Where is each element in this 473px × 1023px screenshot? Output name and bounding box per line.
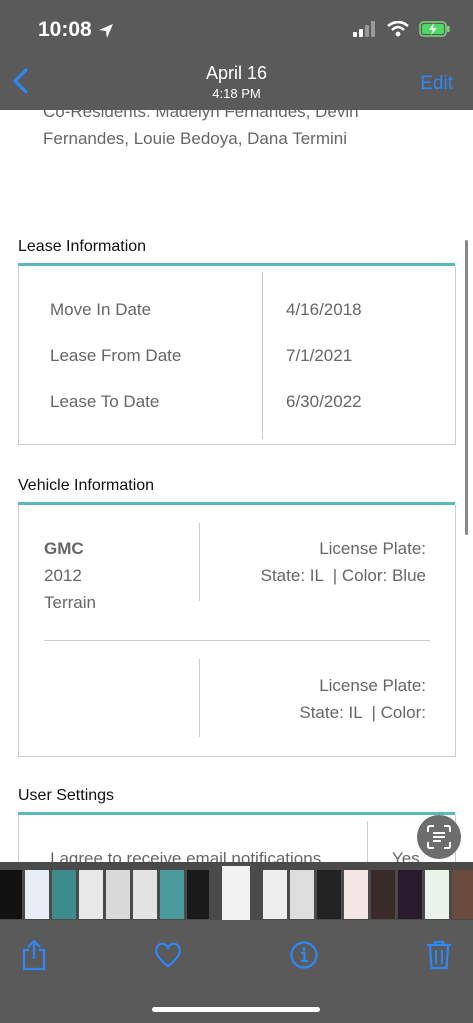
location-arrow-icon [99, 24, 113, 38]
thumbnail[interactable] [106, 870, 130, 919]
thumbnail[interactable] [25, 870, 49, 919]
vehicle-info-box: GMC 2012 Terrain License Plate: State: I… [18, 505, 456, 757]
vehicle-1-plate: License Plate: [319, 539, 426, 558]
thumbnail[interactable] [133, 870, 157, 919]
lease-divider [262, 272, 263, 439]
move-in-label: Move In Date [50, 300, 152, 319]
vehicle-section-title: Vehicle Information [18, 477, 155, 494]
thumbnail[interactable] [52, 870, 76, 919]
thumbnail[interactable] [398, 870, 422, 919]
vehicle-divider-2 [199, 659, 200, 737]
share-button[interactable] [17, 937, 51, 973]
email-notice-label: I agree to receive email notifications [50, 849, 322, 862]
info-button[interactable] [287, 937, 321, 973]
settings-divider [367, 821, 368, 862]
trash-icon [427, 940, 451, 970]
wifi-icon [387, 21, 409, 37]
edit-button[interactable]: Edit [420, 73, 453, 95]
lease-from-value: 7/1/2021 [286, 346, 353, 365]
status-bar: 10:08 [0, 0, 473, 60]
vehicle-2-state-color: State: IL | Color: [299, 703, 426, 722]
email-notice-value: Yes [392, 849, 420, 862]
favorite-button[interactable] [151, 937, 185, 973]
live-text-icon [427, 825, 451, 849]
heart-icon [155, 942, 181, 968]
lease-info-box: Move In Date 4/16/2018 Lease From Date 7… [18, 266, 456, 445]
thumbnail[interactable] [0, 870, 22, 919]
vehicle-2-plate: License Plate: [319, 676, 426, 695]
thumbnail[interactable] [187, 870, 209, 919]
vehicle-1-state-color: State: IL | Color: Blue [260, 566, 426, 585]
user-settings-box: I agree to receive email notifications Y… [18, 815, 456, 862]
vehicle-divider-1 [199, 523, 200, 601]
signal-icon [353, 21, 375, 37]
photo-content: Co-Residents: Madelyn Fernandes, Devin F… [0, 110, 473, 862]
info-icon [290, 941, 318, 969]
scrollbar[interactable] [465, 240, 468, 535]
vehicle-separator [44, 640, 430, 641]
delete-button[interactable] [422, 937, 456, 973]
vehicle-year: 2012 [44, 566, 82, 585]
co-residents-text: Co-Residents: Madelyn Fernandes, Devin F… [43, 110, 359, 148]
thumbnail[interactable] [371, 870, 395, 919]
thumbnail[interactable] [425, 870, 449, 919]
thumbnail[interactable] [344, 870, 368, 919]
vehicle-make: GMC [44, 539, 84, 558]
nav-title: April 16 [205, 63, 268, 83]
thumbnail[interactable] [79, 870, 103, 919]
user-settings-title: User Settings [18, 787, 115, 804]
move-in-value: 4/16/2018 [286, 300, 362, 319]
live-text-button[interactable] [417, 815, 461, 859]
nav-subtitle: 4:18 PM [212, 86, 261, 101]
battery-charging-icon [419, 21, 450, 37]
thumbnail[interactable] [317, 870, 341, 919]
thumbnail[interactable] [160, 870, 184, 919]
home-indicator[interactable] [152, 1007, 320, 1012]
thumbnail[interactable] [290, 870, 314, 919]
nav-bar: April 16 4:18 PM Edit [0, 60, 473, 110]
lease-section-title: Lease Information [18, 238, 147, 255]
lease-from-label: Lease From Date [50, 346, 182, 365]
lease-to-value: 6/30/2022 [286, 392, 362, 411]
lease-to-label: Lease To Date [50, 392, 160, 411]
thumbnail-current[interactable] [222, 866, 250, 920]
share-icon [22, 939, 46, 971]
vehicle-model: Terrain [44, 593, 96, 612]
thumbnail[interactable] [452, 870, 473, 919]
status-time: 10:08 [38, 18, 92, 41]
thumbnail[interactable] [263, 870, 287, 919]
thumbnail-strip[interactable] [0, 862, 473, 920]
